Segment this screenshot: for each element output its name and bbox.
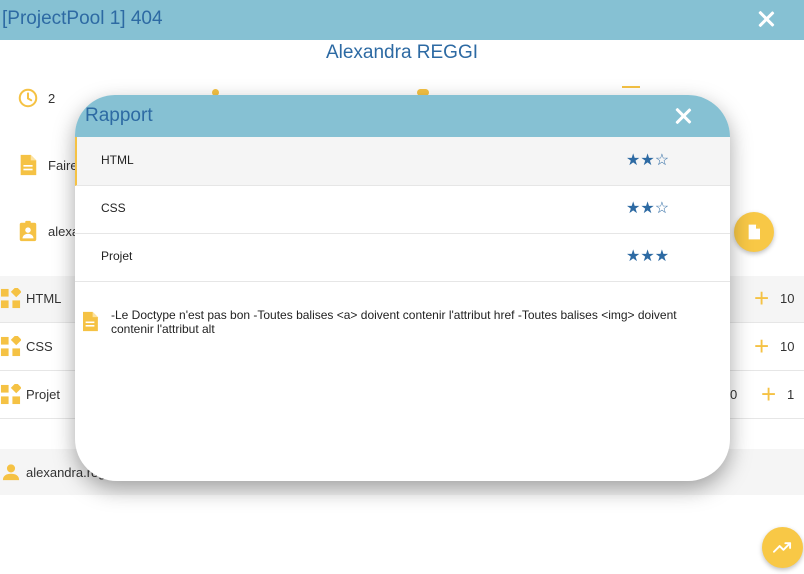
report-row-html[interactable]: HTML ★★☆ [75,137,730,186]
report-row-css[interactable]: CSS ★★☆ [75,185,730,234]
window-close-icon[interactable] [755,8,777,30]
document-icon [83,311,98,332]
skill-points: 10 [780,339,795,354]
rating-stars: ★★☆ [626,200,670,217]
plus-icon[interactable]: + [754,333,769,359]
skill-name: HTML [26,291,62,306]
report-row-projet[interactable]: Projet ★★★ [75,233,730,282]
skill-points: 10 [780,291,795,306]
document-icon [748,224,760,240]
rating-stars: ★★☆ [626,152,670,169]
stats-fab[interactable] [762,527,803,568]
report-dialog-header: Rapport [75,95,730,137]
window-title: [ProjectPool 1] 404 [2,8,163,29]
report-row-label: Projet [101,249,133,263]
skill-extra: 0 [730,387,738,402]
report-row-label: HTML [101,153,134,167]
trending-up-icon [773,542,792,553]
badge-icon [19,220,37,242]
bottom-panel [0,500,804,574]
plus-icon[interactable]: + [754,285,769,311]
widgets-icon [0,288,21,309]
todo-text: Faire [48,158,78,173]
widgets-icon [0,384,21,405]
rating-stars: ★★★ [626,248,670,265]
report-fab[interactable] [734,212,774,252]
skill-name: Projet [26,387,60,402]
report-dialog: Rapport HTML ★★☆ CSS ★★☆ Projet ★★★ -Le … [75,95,730,481]
time-value: 2 [48,91,56,106]
widgets-icon [0,336,21,357]
skill-points: 1 [787,387,795,402]
report-dialog-title: Rapport [85,105,153,126]
person-icon [2,464,20,481]
plus-icon[interactable]: + [761,381,776,407]
document-icon [20,154,37,176]
report-close-icon[interactable] [672,105,694,127]
report-comment: -Le Doctype n'est pas bon -Toutes balise… [111,308,677,336]
window-titlebar: [ProjectPool 1] 404 [0,0,804,40]
clock-icon [18,88,38,108]
skill-name: CSS [26,339,53,354]
student-name: Alexandra REGGI [325,42,479,63]
report-row-label: CSS [101,201,126,215]
